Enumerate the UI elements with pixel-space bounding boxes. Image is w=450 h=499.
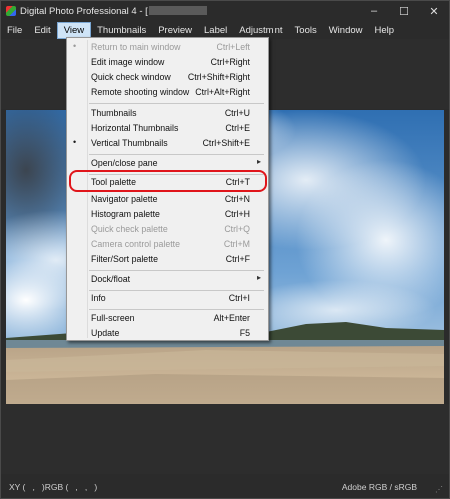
menu-item-shortcut: Ctrl+U [224, 108, 250, 118]
menu-item-label: Edit image window [91, 57, 165, 67]
menu-item-dock-float[interactable]: Dock/float ▸ [69, 272, 266, 287]
menu-item-label: Histogram palette [91, 209, 160, 219]
menu-item-shortcut: Ctrl+M [223, 239, 250, 249]
submenu-arrow-icon: ▸ [256, 157, 261, 166]
menu-item-full-screen[interactable]: Full-screen Alt+Enter [69, 311, 266, 326]
menu-item-vertical-thumbnails[interactable]: • Vertical Thumbnails Ctrl+Shift+E [69, 136, 266, 151]
menu-item-label: Full-screen [91, 313, 135, 323]
maximize-button[interactable]: ☐ [389, 1, 419, 21]
view-menu-dropdown: • Return to main window Ctrl+Left Edit i… [66, 37, 269, 341]
color-profile-label: Adobe RGB / sRGB [341, 482, 417, 492]
menu-item-shortcut: Ctrl+Left [216, 42, 251, 52]
menu-item-info[interactable]: Info Ctrl+I [69, 291, 266, 306]
menu-item-shortcut: Alt+Enter [213, 313, 250, 323]
menu-item-label: Return to main window [91, 42, 181, 52]
status-bar: XY ( , )RGB ( , , ) Adobe RGB / sRGB ⋰ [1, 476, 449, 498]
menu-edit[interactable]: Edit [28, 22, 56, 39]
menu-item-open-close-pane[interactable]: Open/close pane ▸ [69, 156, 266, 171]
menu-item-shortcut: Ctrl+Right [210, 57, 250, 67]
menu-item-filter-sort-palette[interactable]: Filter/Sort palette Ctrl+F [69, 252, 266, 267]
minimize-button[interactable]: – [359, 1, 389, 21]
menu-item-label: Update [91, 328, 120, 338]
menu-item-thumbnails[interactable]: Thumbnails Ctrl+U [69, 106, 266, 121]
menu-item-shortcut: Ctrl+T [225, 177, 250, 187]
menu-adjustment-tail[interactable]: nt [274, 22, 289, 39]
menu-separator [89, 270, 264, 271]
submenu-arrow-icon: ▸ [256, 273, 261, 282]
menu-item-label: Filter/Sort palette [91, 254, 158, 264]
menu-file[interactable]: File [1, 22, 28, 39]
menu-item-label: Navigator palette [91, 194, 158, 204]
menu-item-navigator-palette[interactable]: Navigator palette Ctrl+N [69, 192, 266, 207]
menu-item-label: Thumbnails [91, 108, 137, 118]
title-bar: Digital Photo Professional 4 - [ – ☐ ✕ [1, 1, 449, 21]
menu-item-label: Tool palette [91, 177, 136, 187]
menu-item-shortcut: Ctrl+H [224, 209, 250, 219]
menu-item-shortcut: Ctrl+E [225, 123, 250, 133]
menu-item-shortcut: Ctrl+Alt+Right [195, 87, 250, 97]
xy-rgb-readout: XY ( , )RGB ( , , ) [9, 482, 98, 492]
menu-window[interactable]: Window [323, 22, 369, 39]
menu-item-camera-control-palette[interactable]: Camera control palette Ctrl+M [69, 237, 266, 252]
lower-panel [1, 404, 449, 474]
menu-item-quick-check-palette[interactable]: Quick check palette Ctrl+Q [69, 222, 266, 237]
menu-item-shortcut: Ctrl+I [228, 293, 250, 303]
menu-item-quick-check-window[interactable]: Quick check window Ctrl+Shift+Right [69, 70, 266, 85]
window-controls: – ☐ ✕ [359, 1, 449, 21]
menu-item-label: Open/close pane [91, 158, 158, 168]
menu-item-label: Camera control palette [91, 239, 180, 249]
menu-item-return-to-main-window[interactable]: • Return to main window Ctrl+Left [69, 40, 266, 55]
menu-item-update[interactable]: Update F5 [69, 326, 266, 341]
resize-grip-icon[interactable]: ⋰ [435, 485, 445, 495]
close-button[interactable]: ✕ [419, 1, 449, 21]
menu-item-histogram-palette[interactable]: Histogram palette Ctrl+H [69, 207, 266, 222]
menu-item-label: Quick check palette [91, 224, 168, 234]
menu-separator [89, 154, 264, 155]
menu-help[interactable]: Help [369, 22, 401, 39]
menu-item-label: Vertical Thumbnails [91, 138, 168, 148]
menu-tools[interactable]: Tools [289, 22, 323, 39]
menu-item-edit-image-window[interactable]: Edit image window Ctrl+Right [69, 55, 266, 70]
menu-item-shortcut: Ctrl+Q [224, 224, 250, 234]
menu-item-remote-shooting-window[interactable]: Remote shooting window Ctrl+Alt+Right [69, 85, 266, 100]
menu-item-shortcut: Ctrl+Shift+E [202, 138, 250, 148]
window-title: Digital Photo Professional 4 - [ [20, 6, 209, 17]
menu-item-shortcut: Ctrl+N [224, 194, 250, 204]
menu-item-shortcut: Ctrl+F [225, 254, 250, 264]
bullet-icon: • [73, 137, 77, 147]
menu-separator [89, 103, 264, 104]
menu-item-shortcut: Ctrl+Shift+Right [187, 72, 250, 82]
redacted-filename [148, 6, 207, 16]
menu-separator [89, 309, 264, 310]
bullet-icon: • [73, 41, 77, 51]
menu-item-label: Remote shooting window [91, 87, 190, 97]
menu-item-label: Info [91, 293, 106, 303]
menu-item-label: Horizontal Thumbnails [91, 123, 179, 133]
menu-item-horizontal-thumbnails[interactable]: Horizontal Thumbnails Ctrl+E [69, 121, 266, 136]
app-logo-icon [6, 6, 16, 16]
menu-item-tool-palette[interactable]: Tool palette Ctrl+T [69, 175, 266, 190]
menu-item-shortcut: F5 [239, 328, 250, 338]
menu-item-label: Dock/float [91, 274, 131, 284]
menu-item-label: Quick check window [91, 72, 171, 82]
